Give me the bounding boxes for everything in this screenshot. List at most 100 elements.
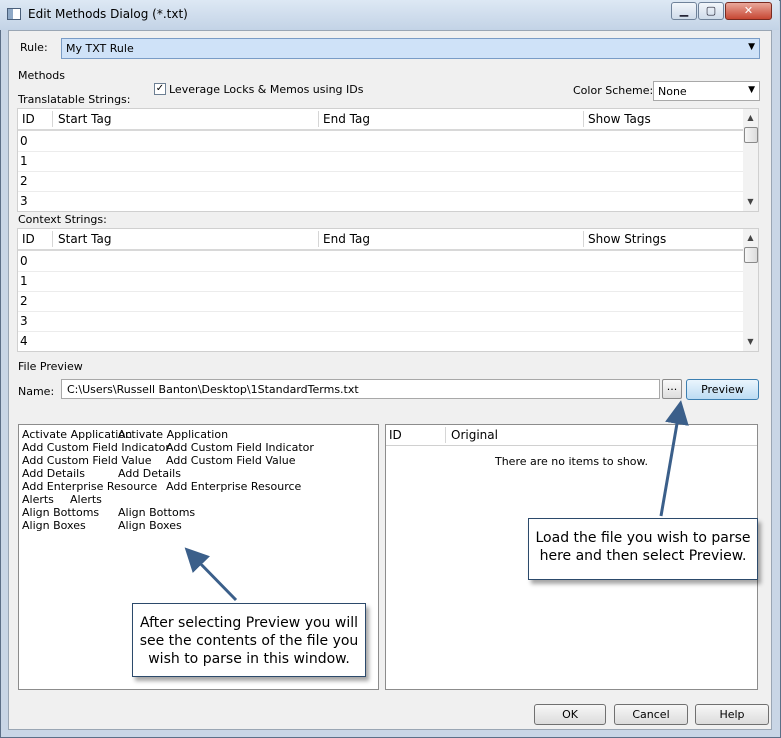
- text-line-target: Add Custom Field Indicator: [166, 441, 314, 454]
- text-line-target: Add Details: [118, 467, 181, 480]
- color-scheme-label: Color Scheme:: [573, 84, 654, 97]
- column-separator[interactable]: [52, 231, 53, 247]
- translatable-strings-grid[interactable]: ID Start Tag End Tag Show Tags 0 1 2 3 ▲…: [17, 108, 759, 212]
- table-row[interactable]: 2: [18, 291, 744, 312]
- column-header-end-tag[interactable]: End Tag: [323, 112, 370, 126]
- column-header-original[interactable]: Original: [451, 428, 498, 442]
- browse-button[interactable]: ...: [662, 379, 682, 399]
- column-header-show-strings[interactable]: Show Strings: [588, 232, 666, 246]
- scroll-up-icon[interactable]: ▲: [743, 111, 758, 125]
- vertical-scrollbar[interactable]: ▲ ▼: [743, 229, 758, 351]
- column-header-id[interactable]: ID: [389, 428, 402, 442]
- text-line: Align Boxes Align Boxes: [22, 519, 182, 532]
- text-line: Alerts Alerts: [22, 493, 102, 506]
- column-separator[interactable]: [583, 111, 584, 127]
- row-id: 1: [20, 274, 28, 288]
- table-row[interactable]: 1: [18, 271, 744, 292]
- text-line-target: Activate Application: [118, 428, 229, 441]
- callout-preview-contents: After selecting Preview you will see the…: [132, 603, 366, 677]
- empty-list-message: There are no items to show.: [494, 455, 649, 468]
- text-line-source: Add Custom Field Value: [22, 454, 152, 467]
- window-title: Edit Methods Dialog (*.txt): [28, 7, 188, 21]
- table-row[interactable]: 3: [18, 311, 744, 332]
- grid-header: ID Start Tag End Tag Show Strings: [18, 229, 744, 251]
- text-line-source: Add Custom Field Indicator: [22, 441, 170, 454]
- scroll-up-icon[interactable]: ▲: [743, 231, 758, 245]
- ok-button[interactable]: OK: [534, 704, 606, 725]
- text-line-source: Alerts: [22, 493, 54, 506]
- row-id: 2: [20, 294, 28, 308]
- text-line-source: Activate Application: [22, 428, 133, 441]
- table-row[interactable]: 2: [18, 171, 744, 192]
- column-header-end-tag[interactable]: End Tag: [323, 232, 370, 246]
- scroll-thumb[interactable]: [744, 247, 758, 263]
- table-row[interactable]: 1: [18, 151, 744, 172]
- rule-value: My TXT Rule: [66, 42, 134, 55]
- row-id: 4: [20, 334, 28, 348]
- text-line: Add Custom Field Value Add Custom Field V…: [22, 454, 296, 467]
- table-row[interactable]: 0: [18, 131, 744, 152]
- text-line: Add Enterprise Resource Add Enterprise Re…: [22, 480, 301, 493]
- color-scheme-value: None: [658, 85, 687, 98]
- row-id: 3: [20, 194, 28, 208]
- text-line-target: Add Enterprise Resource: [166, 480, 302, 493]
- column-header-start-tag[interactable]: Start Tag: [58, 112, 111, 126]
- preview-button[interactable]: Preview: [686, 379, 759, 400]
- column-header-start-tag[interactable]: Start Tag: [58, 232, 111, 246]
- cancel-button[interactable]: Cancel: [614, 704, 688, 725]
- column-header-id[interactable]: ID: [22, 232, 35, 246]
- text-line: Add Details Add Details: [22, 467, 181, 480]
- scroll-thumb[interactable]: [744, 127, 758, 143]
- text-line-target: Add Custom Field Value: [166, 454, 296, 467]
- column-header-id[interactable]: ID: [22, 112, 35, 126]
- column-separator[interactable]: [445, 427, 446, 443]
- help-button[interactable]: Help: [695, 704, 769, 725]
- list-header: ID Original: [386, 425, 757, 446]
- row-id: 0: [20, 254, 28, 268]
- dropdown-arrow-icon: ▼: [748, 42, 755, 52]
- leverage-locks-label: Leverage Locks & Memos using IDs: [169, 83, 364, 96]
- title-bar[interactable]: Edit Methods Dialog (*.txt) ▁ ▢ ✕: [0, 0, 779, 30]
- callout-load-file: Load the file you wish to parse here and…: [528, 518, 758, 580]
- row-id: 0: [20, 134, 28, 148]
- dropdown-arrow-icon: ▼: [748, 85, 755, 95]
- table-row[interactable]: 4: [18, 331, 744, 351]
- app-icon: [7, 8, 21, 20]
- row-id: 1: [20, 154, 28, 168]
- column-header-show-tags[interactable]: Show Tags: [588, 112, 651, 126]
- leverage-locks-checkbox[interactable]: ✓: [154, 83, 166, 95]
- file-name-label: Name:: [18, 385, 55, 398]
- scroll-down-icon[interactable]: ▼: [743, 335, 758, 349]
- file-path-input[interactable]: C:\Users\Russell Banton\Desktop\1Standar…: [61, 379, 660, 399]
- grid-header: ID Start Tag End Tag Show Tags: [18, 109, 744, 131]
- maximize-button[interactable]: ▢: [698, 2, 724, 20]
- column-separator[interactable]: [52, 111, 53, 127]
- column-separator[interactable]: [318, 111, 319, 127]
- row-id: 3: [20, 314, 28, 328]
- text-line-source: Align Boxes: [22, 519, 86, 532]
- context-strings-grid[interactable]: ID Start Tag End Tag Show Strings 0 1 2 …: [17, 228, 759, 352]
- table-row[interactable]: 0: [18, 251, 744, 272]
- context-strings-label: Context Strings:: [18, 213, 107, 226]
- text-line-source: Add Enterprise Resource: [22, 480, 158, 493]
- text-line-target: Align Boxes: [118, 519, 182, 532]
- table-row[interactable]: 3: [18, 191, 744, 211]
- vertical-scrollbar[interactable]: ▲ ▼: [743, 109, 758, 211]
- translatable-strings-label: Translatable Strings:: [18, 93, 131, 106]
- minimize-button[interactable]: ▁: [671, 2, 697, 20]
- row-id: 2: [20, 174, 28, 188]
- text-line-source: Align Bottoms: [22, 506, 100, 519]
- text-line-source: Add Details: [22, 467, 85, 480]
- column-separator[interactable]: [318, 231, 319, 247]
- close-button[interactable]: ✕: [725, 2, 772, 20]
- text-line-target: Alerts: [70, 493, 102, 506]
- column-separator[interactable]: [583, 231, 584, 247]
- text-line: Align Bottoms Align Bottoms: [22, 506, 195, 519]
- text-line: Add Custom Field Indicator Add Custom Fie…: [22, 441, 314, 454]
- rule-dropdown[interactable]: My TXT Rule ▼: [61, 38, 760, 59]
- scroll-down-icon[interactable]: ▼: [743, 195, 758, 209]
- text-line: Activate Application Activate Application: [22, 428, 228, 441]
- color-scheme-dropdown[interactable]: None ▼: [653, 81, 760, 101]
- text-line-target: Align Bottoms: [118, 506, 196, 519]
- methods-group-label: Methods: [18, 69, 65, 82]
